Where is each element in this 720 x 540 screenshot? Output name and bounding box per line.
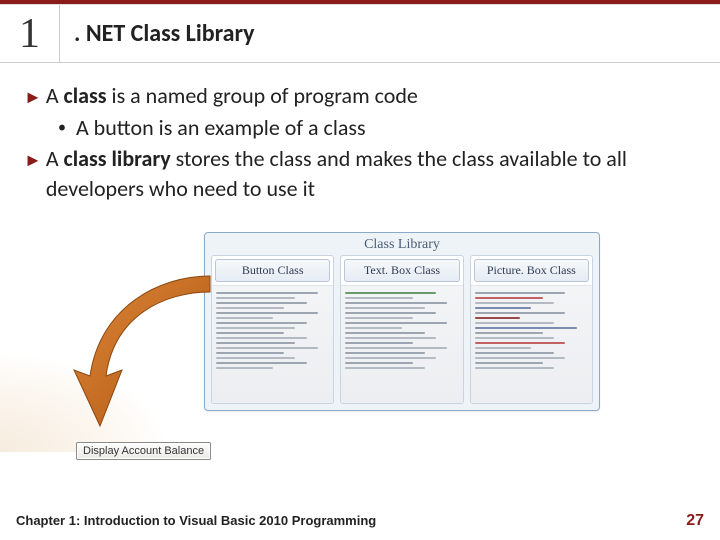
class-column: Picture. Box Class bbox=[470, 255, 593, 404]
text-fragment: A bbox=[46, 145, 64, 172]
chapter-number: 1 bbox=[0, 5, 60, 63]
bullet-text: A class is a named group of program code bbox=[46, 81, 696, 111]
bullet-text: A button is an example of a class bbox=[76, 113, 366, 143]
slide-header: 1 . NET Class Library bbox=[0, 5, 720, 63]
example-button: Display Account Balance bbox=[76, 442, 211, 460]
footer-chapter-label: Chapter 1: Introduction to Visual Basic … bbox=[16, 513, 376, 528]
triangle-icon: ► bbox=[24, 85, 42, 109]
column-header: Picture. Box Class bbox=[474, 259, 589, 282]
diagram: Class Library Button Class Text. Box Cla… bbox=[60, 232, 620, 472]
text-fragment: is a named group of program code bbox=[107, 82, 418, 109]
slide-footer: Chapter 1: Introduction to Visual Basic … bbox=[16, 512, 704, 530]
column-body bbox=[212, 285, 333, 403]
bold-term: class library bbox=[64, 145, 171, 172]
class-column: Button Class bbox=[211, 255, 334, 404]
class-library-panel: Class Library Button Class Text. Box Cla… bbox=[204, 232, 600, 411]
bullet-item: ► A class is a named group of program co… bbox=[24, 81, 696, 111]
slide-title: . NET Class Library bbox=[60, 19, 254, 48]
class-column: Text. Box Class bbox=[340, 255, 463, 404]
column-header: Text. Box Class bbox=[344, 259, 459, 282]
bullet-item: ► A class library stores the class and m… bbox=[24, 144, 696, 203]
column-header: Button Class bbox=[215, 259, 330, 282]
sub-bullet-item: • A button is an example of a class bbox=[24, 113, 696, 143]
panel-title: Class Library bbox=[205, 233, 599, 255]
page-number: 27 bbox=[686, 512, 704, 530]
text-fragment: A bbox=[46, 82, 64, 109]
bold-term: class bbox=[64, 82, 107, 109]
column-body bbox=[471, 285, 592, 403]
column-body bbox=[341, 285, 462, 403]
slide-body: ► A class is a named group of program co… bbox=[0, 63, 720, 204]
panel-columns: Button Class Text. Box Class Picture. Bo… bbox=[205, 255, 599, 410]
dot-icon: • bbox=[58, 117, 66, 139]
triangle-icon: ► bbox=[24, 148, 42, 172]
bullet-text: A class library stores the class and mak… bbox=[46, 144, 696, 203]
